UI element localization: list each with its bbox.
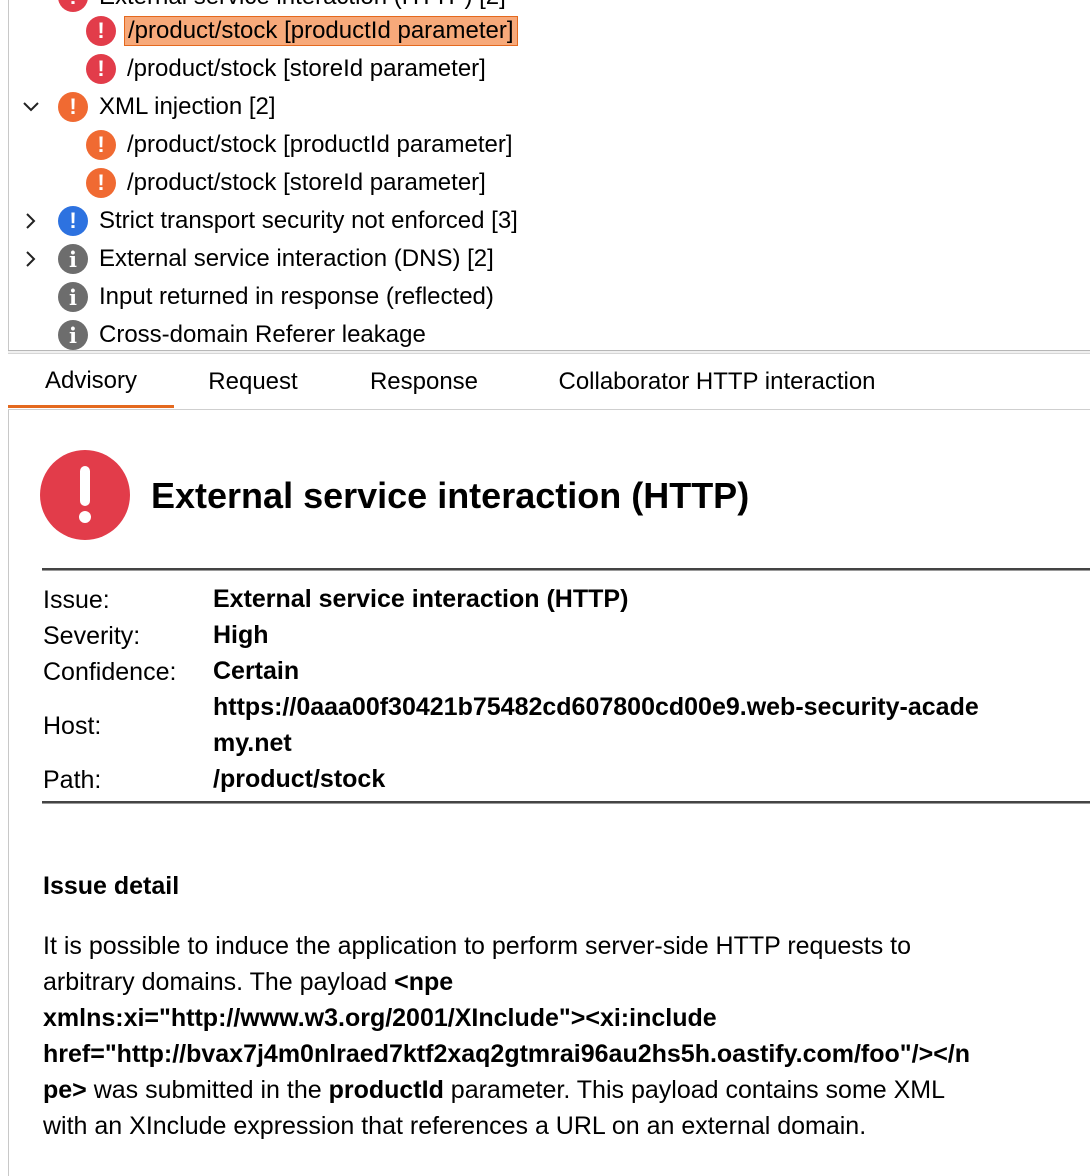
parameter-name: productId — [328, 1076, 444, 1104]
tree-item-label: Cross-domain Referer leakage — [99, 321, 426, 348]
detail-line: xmlns:xi="http://www.w3.org/2001/XInclud… — [43, 1000, 1090, 1036]
tree-item-label: Input returned in response (reflected) — [99, 283, 494, 310]
tree-item-referer-leakage[interactable]: i Cross-domain Referer leakage — [58, 316, 429, 350]
divider — [42, 568, 1090, 571]
issue-detail-heading: Issue detail — [43, 872, 180, 900]
medium-severity-icon: ! — [86, 130, 116, 160]
tree-item-label: XML injection [2] — [99, 93, 276, 120]
tree-item-external-dns[interactable]: i External service interaction (DNS) [2] — [58, 240, 497, 278]
payload-text: href="http://bvax7j4m0nlraed7ktf2xaq2gtm… — [43, 1040, 971, 1068]
property-key: Severity: — [43, 622, 141, 650]
info-icon: i — [58, 244, 88, 274]
high-severity-icon — [40, 450, 130, 540]
info-icon: i — [58, 282, 88, 312]
advisory-panel: External service interaction (HTTP) Issu… — [8, 410, 1090, 1176]
medium-severity-icon: ! — [86, 168, 116, 198]
tab-response[interactable]: Response — [332, 356, 516, 408]
tree-item-label: External service interaction (DNS) [2] — [99, 245, 494, 272]
issue-detail-text: It is possible to induce the application… — [43, 928, 1090, 1144]
advisory-title: External service interaction (HTTP) — [151, 475, 750, 516]
tree-item-label: /product/stock [productId parameter] — [127, 131, 513, 158]
detail-line: It is possible to induce the application… — [43, 932, 912, 960]
low-severity-icon: ! — [58, 206, 88, 236]
high-severity-icon: ! — [86, 16, 116, 46]
property-value: /product/stock — [213, 765, 386, 793]
tree-item-label: External service interaction (HTTP) [2] — [96, 0, 509, 12]
payload-text: xmlns:xi="http://www.w3.org/2001/XInclud… — [43, 1004, 717, 1032]
issue-tree[interactable]: ! External service interaction (HTTP) [2… — [8, 0, 1090, 350]
tab-collaborator-http-interaction[interactable]: Collaborator HTTP interaction — [516, 356, 918, 408]
tree-item-product-stock-storeid[interactable]: ! /product/stock [storeId parameter] — [86, 50, 489, 88]
tree-item-product-stock-productid[interactable]: ! /product/stock [productId parameter] — [86, 12, 518, 50]
detail-line: with an XInclude expression that referen… — [43, 1112, 867, 1140]
tab-request[interactable]: Request — [174, 356, 332, 408]
tree-item-xml-storeid[interactable]: ! /product/stock [storeId parameter] — [86, 164, 489, 202]
payload-text: <npe — [394, 968, 454, 996]
property-value: https://0aaa00f30421b75482cd607800cd00e9… — [213, 693, 979, 721]
tree-item-strict-transport[interactable]: ! Strict transport security not enforced… — [58, 202, 521, 240]
property-value: my.net — [213, 729, 292, 757]
tree-item-xml-productid[interactable]: ! /product/stock [productId parameter] — [86, 126, 516, 164]
payload-text: pe> — [43, 1076, 87, 1104]
high-severity-icon: ! — [58, 0, 88, 12]
divider — [42, 801, 1090, 804]
property-key: Issue: — [43, 586, 110, 614]
chevron-right-icon[interactable] — [21, 249, 41, 269]
property-value: External service interaction (HTTP) — [213, 585, 629, 613]
tree-item-label: /product/stock [storeId parameter] — [127, 55, 486, 82]
chevron-right-icon[interactable] — [21, 211, 41, 231]
info-icon: i — [58, 320, 88, 350]
tree-item-label: /product/stock [productId parameter] — [124, 16, 518, 46]
tree-item-label: /product/stock [storeId parameter] — [127, 169, 486, 196]
tree-item-xml-injection[interactable]: ! XML injection [2] — [58, 88, 279, 126]
tree-item-label: Strict transport security not enforced [… — [99, 207, 518, 234]
property-key: Confidence: — [43, 658, 177, 686]
detail-tabs: Advisory Request Response Collaborator H… — [8, 356, 1090, 410]
detail-line: href="http://bvax7j4m0nlraed7ktf2xaq2gtm… — [43, 1036, 1090, 1072]
detail-line: pe> was submitted in the productId param… — [43, 1076, 946, 1104]
medium-severity-icon: ! — [58, 92, 88, 122]
property-key: Host: — [43, 712, 102, 740]
property-value: Certain — [213, 657, 300, 685]
detail-line: arbitrary domains. The payload <npe — [43, 968, 454, 996]
split-pane-divider[interactable] — [8, 350, 1090, 354]
tree-item-input-reflected[interactable]: i Input returned in response (reflected) — [58, 278, 497, 316]
high-severity-icon: ! — [86, 54, 116, 84]
property-value: High — [213, 621, 269, 649]
property-key: Path: — [43, 766, 102, 794]
tab-advisory[interactable]: Advisory — [8, 356, 174, 408]
chevron-down-icon[interactable] — [21, 97, 41, 117]
